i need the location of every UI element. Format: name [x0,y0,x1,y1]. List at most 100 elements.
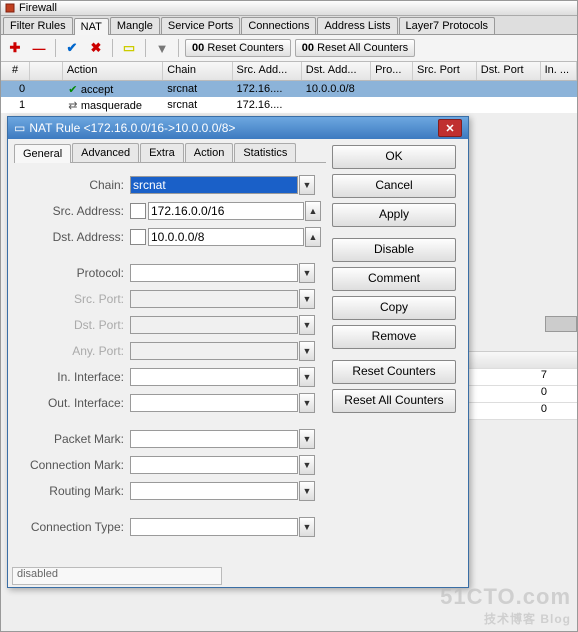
disable-button[interactable]: ✖ [86,38,106,58]
reset-counters-button[interactable]: Reset Counters [332,360,456,384]
col-num[interactable]: # [1,62,30,80]
tab-statistics[interactable]: Statistics [234,143,296,162]
dialog-title: NAT Rule <172.16.0.0/16->10.0.0.0/8> [29,121,235,135]
remove-button[interactable]: Remove [332,325,456,349]
side-value: 0 [467,403,577,420]
tab-advanced[interactable]: Advanced [72,143,139,162]
expand-icon[interactable]: ▼ [299,393,315,413]
col-chain[interactable]: Chain [163,62,232,80]
routing-mark-input[interactable] [130,482,298,500]
watermark: 51CTO.com 技术博客 Blog [440,584,571,627]
scrollbar-fragment[interactable] [545,316,577,332]
protocol-input[interactable] [130,264,298,282]
chain-input[interactable] [130,176,298,194]
cell-proto [371,87,413,91]
cell-inif [541,103,577,107]
chain-dropdown-icon[interactable]: ▼ [299,175,315,195]
col-icon[interactable] [30,62,63,80]
reset-all-counters-button[interactable]: 00 Reset All Counters [295,39,415,57]
cell-num: 0 [1,81,30,97]
tab-action[interactable]: Action [185,143,234,162]
dialog-titlebar[interactable]: ▭ NAT Rule <172.16.0.0/16->10.0.0.0/8> ✕ [8,117,468,139]
tab-layer7[interactable]: Layer7 Protocols [399,17,496,34]
cell-action: ✔accept [63,81,163,98]
src-port-input[interactable] [130,290,298,308]
nat-grid: # Action Chain Src. Add... Dst. Add... P… [1,62,577,113]
out-interface-label: Out. Interface: [14,396,130,410]
cell-icon [30,87,63,91]
cancel-button[interactable]: Cancel [332,174,456,198]
col-dst[interactable]: Dst. Add... [302,62,371,80]
tab-mangle[interactable]: Mangle [110,17,160,34]
cell-dst [302,103,371,107]
dst-invert-checkbox[interactable] [130,229,146,245]
comment-button[interactable]: Comment [332,267,456,291]
nat-rule-dialog: ▭ NAT Rule <172.16.0.0/16->10.0.0.0/8> ✕… [7,116,469,588]
connection-mark-label: Connection Mark: [14,458,130,472]
expand-icon[interactable]: ▼ [299,429,315,449]
window-icon: ▭ [14,121,25,135]
dst-port-label: Dst. Port: [14,318,130,332]
cell-icon [30,103,63,107]
connection-mark-input[interactable] [130,456,298,474]
col-dport[interactable]: Dst. Port [477,62,541,80]
col-sport[interactable]: Src. Port [413,62,477,80]
side-panel: 7 0 0 [467,351,577,420]
tab-filter-rules[interactable]: Filter Rules [3,17,73,34]
in-interface-input[interactable] [130,368,298,386]
expand-icon[interactable]: ▼ [299,289,315,309]
collapse-icon[interactable]: ▲ [305,201,321,221]
tab-general[interactable]: General [14,144,71,163]
expand-icon[interactable]: ▼ [299,341,315,361]
side-value: 7 [467,369,577,386]
expand-icon[interactable]: ▼ [299,517,315,537]
expand-icon[interactable]: ▼ [299,315,315,335]
cell-num: 1 [1,97,30,113]
cell-src: 172.16.... [233,81,302,97]
cell-inif [541,87,577,91]
col-action[interactable]: Action [63,62,163,80]
any-port-input[interactable] [130,342,298,360]
col-inif[interactable]: In. ... [541,62,577,80]
table-row[interactable]: 0 ✔accept srcnat 172.16.... 10.0.0.0/8 [1,81,577,97]
disable-button[interactable]: Disable [332,238,456,262]
col-src[interactable]: Src. Add... [233,62,302,80]
add-button[interactable]: ✚ [5,38,25,58]
remove-button[interactable]: — [29,38,49,58]
out-interface-input[interactable] [130,394,298,412]
tab-service-ports[interactable]: Service Ports [161,17,240,34]
tab-nat[interactable]: NAT [74,18,109,35]
src-address-input[interactable] [148,202,304,220]
col-proto[interactable]: Pro... [371,62,413,80]
table-row[interactable]: 1 ⇄masquerade srcnat 172.16.... [1,97,577,113]
cell-chain: srcnat [163,81,232,97]
ok-button[interactable]: OK [332,145,456,169]
expand-icon[interactable]: ▼ [299,481,315,501]
comment-button[interactable]: ▭ [119,38,139,58]
src-invert-checkbox[interactable] [130,203,146,219]
window-title: Firewall [19,2,57,14]
tab-extra[interactable]: Extra [140,143,184,162]
tab-address-lists[interactable]: Address Lists [317,17,397,34]
dst-port-input[interactable] [130,316,298,334]
side-value: 0 [467,386,577,403]
expand-icon[interactable]: ▼ [299,263,315,283]
connection-type-input[interactable] [130,518,298,536]
collapse-icon[interactable]: ▲ [305,227,321,247]
enable-button[interactable]: ✔ [62,38,82,58]
packet-mark-label: Packet Mark: [14,432,130,446]
expand-icon[interactable]: ▼ [299,455,315,475]
dst-address-input[interactable] [148,228,304,246]
reset-all-counters-button[interactable]: Reset All Counters [332,389,456,413]
packet-mark-input[interactable] [130,430,298,448]
close-button[interactable]: ✕ [438,119,462,137]
apply-button[interactable]: Apply [332,203,456,227]
copy-button[interactable]: Copy [332,296,456,320]
filter-icon[interactable]: ▼ [152,38,172,58]
routing-mark-label: Routing Mark: [14,484,130,498]
expand-icon[interactable]: ▼ [299,367,315,387]
src-port-label: Src. Port: [14,292,130,306]
reset-counters-button[interactable]: 00 Reset Counters [185,39,291,57]
side-header [467,352,577,369]
tab-connections[interactable]: Connections [241,17,316,34]
